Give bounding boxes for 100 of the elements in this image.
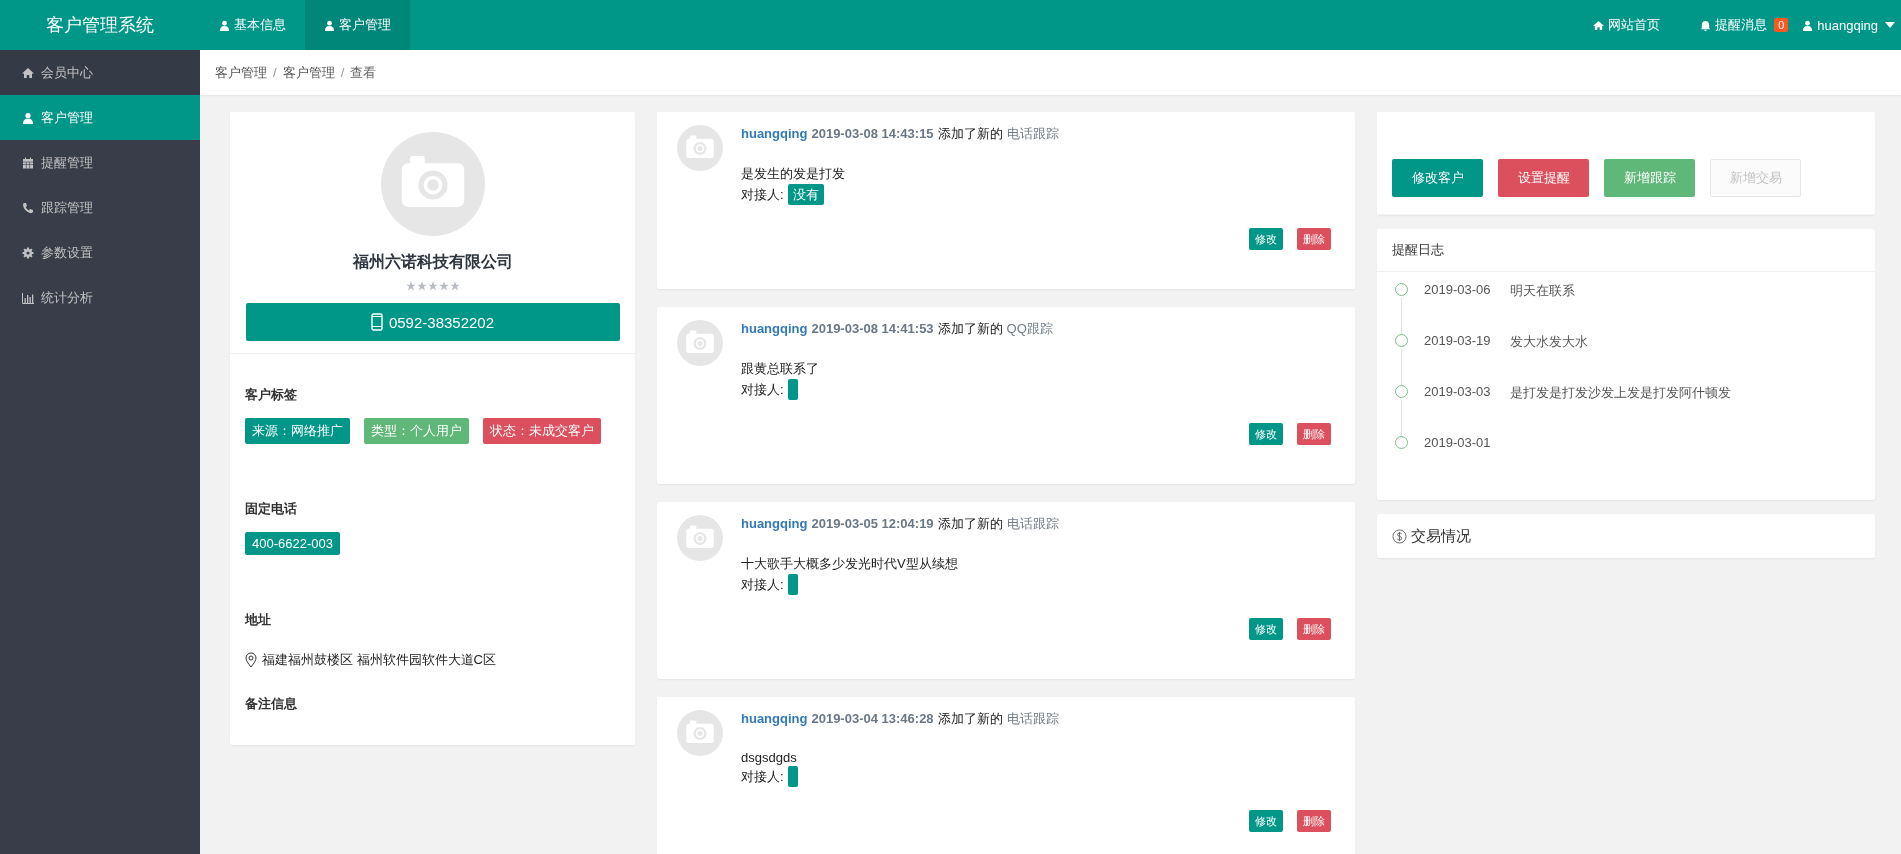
sidebar-item[interactable]: 参数设置 xyxy=(0,230,200,275)
bell-icon xyxy=(1700,19,1712,31)
timestamp: 2019-03-08 14:41:53 xyxy=(811,321,934,336)
star-icon xyxy=(405,281,416,291)
customer-tag: 类型：个人用户 xyxy=(364,418,469,444)
contact-label: 对接人: xyxy=(741,185,784,204)
sidebar-item[interactable]: 统计分析 xyxy=(0,275,200,320)
sidebar-item[interactable]: 提醒管理 xyxy=(0,140,200,185)
location-pin-icon xyxy=(245,652,257,668)
tracking-type: 电话跟踪 xyxy=(1006,710,1059,728)
delete-button[interactable]: 删除 xyxy=(1297,810,1331,832)
timestamp: 2019-03-05 12:04:19 xyxy=(811,516,934,531)
reminder-text: 发大水发大水 xyxy=(1510,333,1588,351)
reminder-date: 2019-03-01 xyxy=(1424,435,1492,450)
contact-label: 对接人: xyxy=(741,380,784,399)
mobile-phone-button[interactable]: 0592-38352202 xyxy=(245,303,620,341)
sidebar-item[interactable]: 会员中心 xyxy=(0,50,200,95)
sidebar-item[interactable]: 客户管理 xyxy=(0,95,200,140)
reminder-date: 2019-03-19 xyxy=(1424,333,1492,348)
tracking-content: 跟黄总联系了 xyxy=(741,360,820,378)
star-icon xyxy=(438,281,449,291)
action-text: 添加了新的 xyxy=(937,125,1003,143)
camera-avatar-icon xyxy=(677,515,723,561)
nav-tab[interactable]: 客户管理 xyxy=(305,0,410,50)
calendar-icon xyxy=(22,156,34,169)
section-title: 客户标签 xyxy=(245,386,298,404)
card-title: 提醒日志 xyxy=(1377,229,1875,272)
timestamp: 2019-03-08 14:43:15 xyxy=(811,126,934,141)
nav-tab[interactable]: 基本信息 xyxy=(200,0,305,50)
reminder-date: 2019-03-06 xyxy=(1424,282,1492,297)
home-icon xyxy=(22,66,34,79)
customer-name: 福州六诺科技有限公司 xyxy=(352,252,513,272)
camera-avatar-icon xyxy=(677,125,723,171)
edit-button[interactable]: 修改 xyxy=(1249,810,1283,832)
messages-link[interactable]: 提醒消息 0 xyxy=(1700,16,1789,34)
tracking-type: 电话跟踪 xyxy=(1006,125,1059,143)
user-link[interactable]: huangqing xyxy=(741,321,808,336)
card-title: 交易情况 xyxy=(1411,526,1471,546)
section-title: 固定电话 xyxy=(245,500,298,518)
star-icon xyxy=(416,281,427,291)
user-link[interactable]: huangqing xyxy=(741,711,808,726)
breadcrumb-separator: / xyxy=(340,65,345,80)
breadcrumb-link[interactable]: 查看 xyxy=(350,63,377,82)
user-menu[interactable]: huangqing xyxy=(1802,17,1895,33)
bar-chart-icon xyxy=(22,291,34,304)
user-icon xyxy=(22,111,34,124)
customer-tag: 来源：网络推广 xyxy=(245,418,350,444)
reminder-date: 2019-03-03 xyxy=(1424,384,1492,399)
tracking-content: 是发生的发是打发 xyxy=(741,165,846,183)
reminder-text: 明天在联系 xyxy=(1510,282,1575,300)
tracking-content: 十大歌手大概多少发光时代V型从续想 xyxy=(741,555,959,573)
camera-avatar-icon xyxy=(677,320,723,366)
action-button[interactable]: 新增跟踪 xyxy=(1604,159,1695,197)
timestamp: 2019-03-04 13:46:28 xyxy=(811,711,934,726)
contact-badge xyxy=(787,379,798,400)
user-link[interactable]: huangqing xyxy=(741,516,808,531)
tracking-type: QQ跟踪 xyxy=(1006,320,1053,338)
user-link[interactable]: huangqing xyxy=(741,126,808,141)
breadcrumb-separator: / xyxy=(273,65,277,80)
app-title: 客户管理系统 xyxy=(45,14,155,37)
section-title: 备注信息 xyxy=(245,695,298,713)
user-icon xyxy=(324,19,335,31)
edit-button[interactable]: 修改 xyxy=(1249,423,1283,445)
delete-button[interactable]: 删除 xyxy=(1297,618,1331,640)
action-button[interactable]: 设置提醒 xyxy=(1498,159,1589,197)
contact-badge: 没有 xyxy=(787,184,824,205)
camera-avatar-icon xyxy=(677,710,723,756)
star-icon xyxy=(449,281,460,291)
star-icon xyxy=(427,281,438,291)
tracking-type: 电话跟踪 xyxy=(1006,515,1059,533)
section-title: 地址 xyxy=(245,611,272,629)
reminder-text: 是打发是打发沙发上发是打发阿什顿发 xyxy=(1510,384,1731,402)
delete-button[interactable]: 删除 xyxy=(1297,423,1331,445)
contact-label: 对接人: xyxy=(741,575,784,594)
contact-label: 对接人: xyxy=(741,767,784,786)
dollar-icon xyxy=(1392,528,1407,544)
edit-button[interactable]: 修改 xyxy=(1249,618,1283,640)
address-text: 福建福州鼓楼区 福州软件园软件大道C区 xyxy=(262,651,496,669)
home-link[interactable]: 网站首页 xyxy=(1593,16,1661,34)
tracking-content: dsgsdgds xyxy=(741,750,798,765)
phone-number-tag: 400-6622-003 xyxy=(245,532,340,555)
phone-icon xyxy=(22,201,34,214)
contact-badge xyxy=(787,766,798,787)
contact-badge xyxy=(787,574,798,595)
breadcrumb-link[interactable]: 客户管理 xyxy=(215,63,267,82)
action-text: 添加了新的 xyxy=(937,320,1003,338)
mobile-phone-icon xyxy=(370,313,383,331)
user-icon xyxy=(219,19,230,31)
action-text: 添加了新的 xyxy=(937,515,1003,533)
edit-button[interactable]: 修改 xyxy=(1249,228,1283,250)
gear-icon xyxy=(22,246,34,259)
action-button[interactable]: 修改客户 xyxy=(1392,159,1483,197)
breadcrumb-link[interactable]: 客户管理 xyxy=(282,63,335,82)
customer-tag: 状态：未成交客户 xyxy=(483,418,601,444)
delete-button[interactable]: 删除 xyxy=(1297,228,1331,250)
caret-icon xyxy=(1885,22,1895,28)
home-icon xyxy=(1593,19,1605,31)
sidebar-item[interactable]: 跟踪管理 xyxy=(0,185,200,230)
camera-avatar-icon xyxy=(380,132,485,236)
message-count-badge: 0 xyxy=(1774,18,1789,32)
